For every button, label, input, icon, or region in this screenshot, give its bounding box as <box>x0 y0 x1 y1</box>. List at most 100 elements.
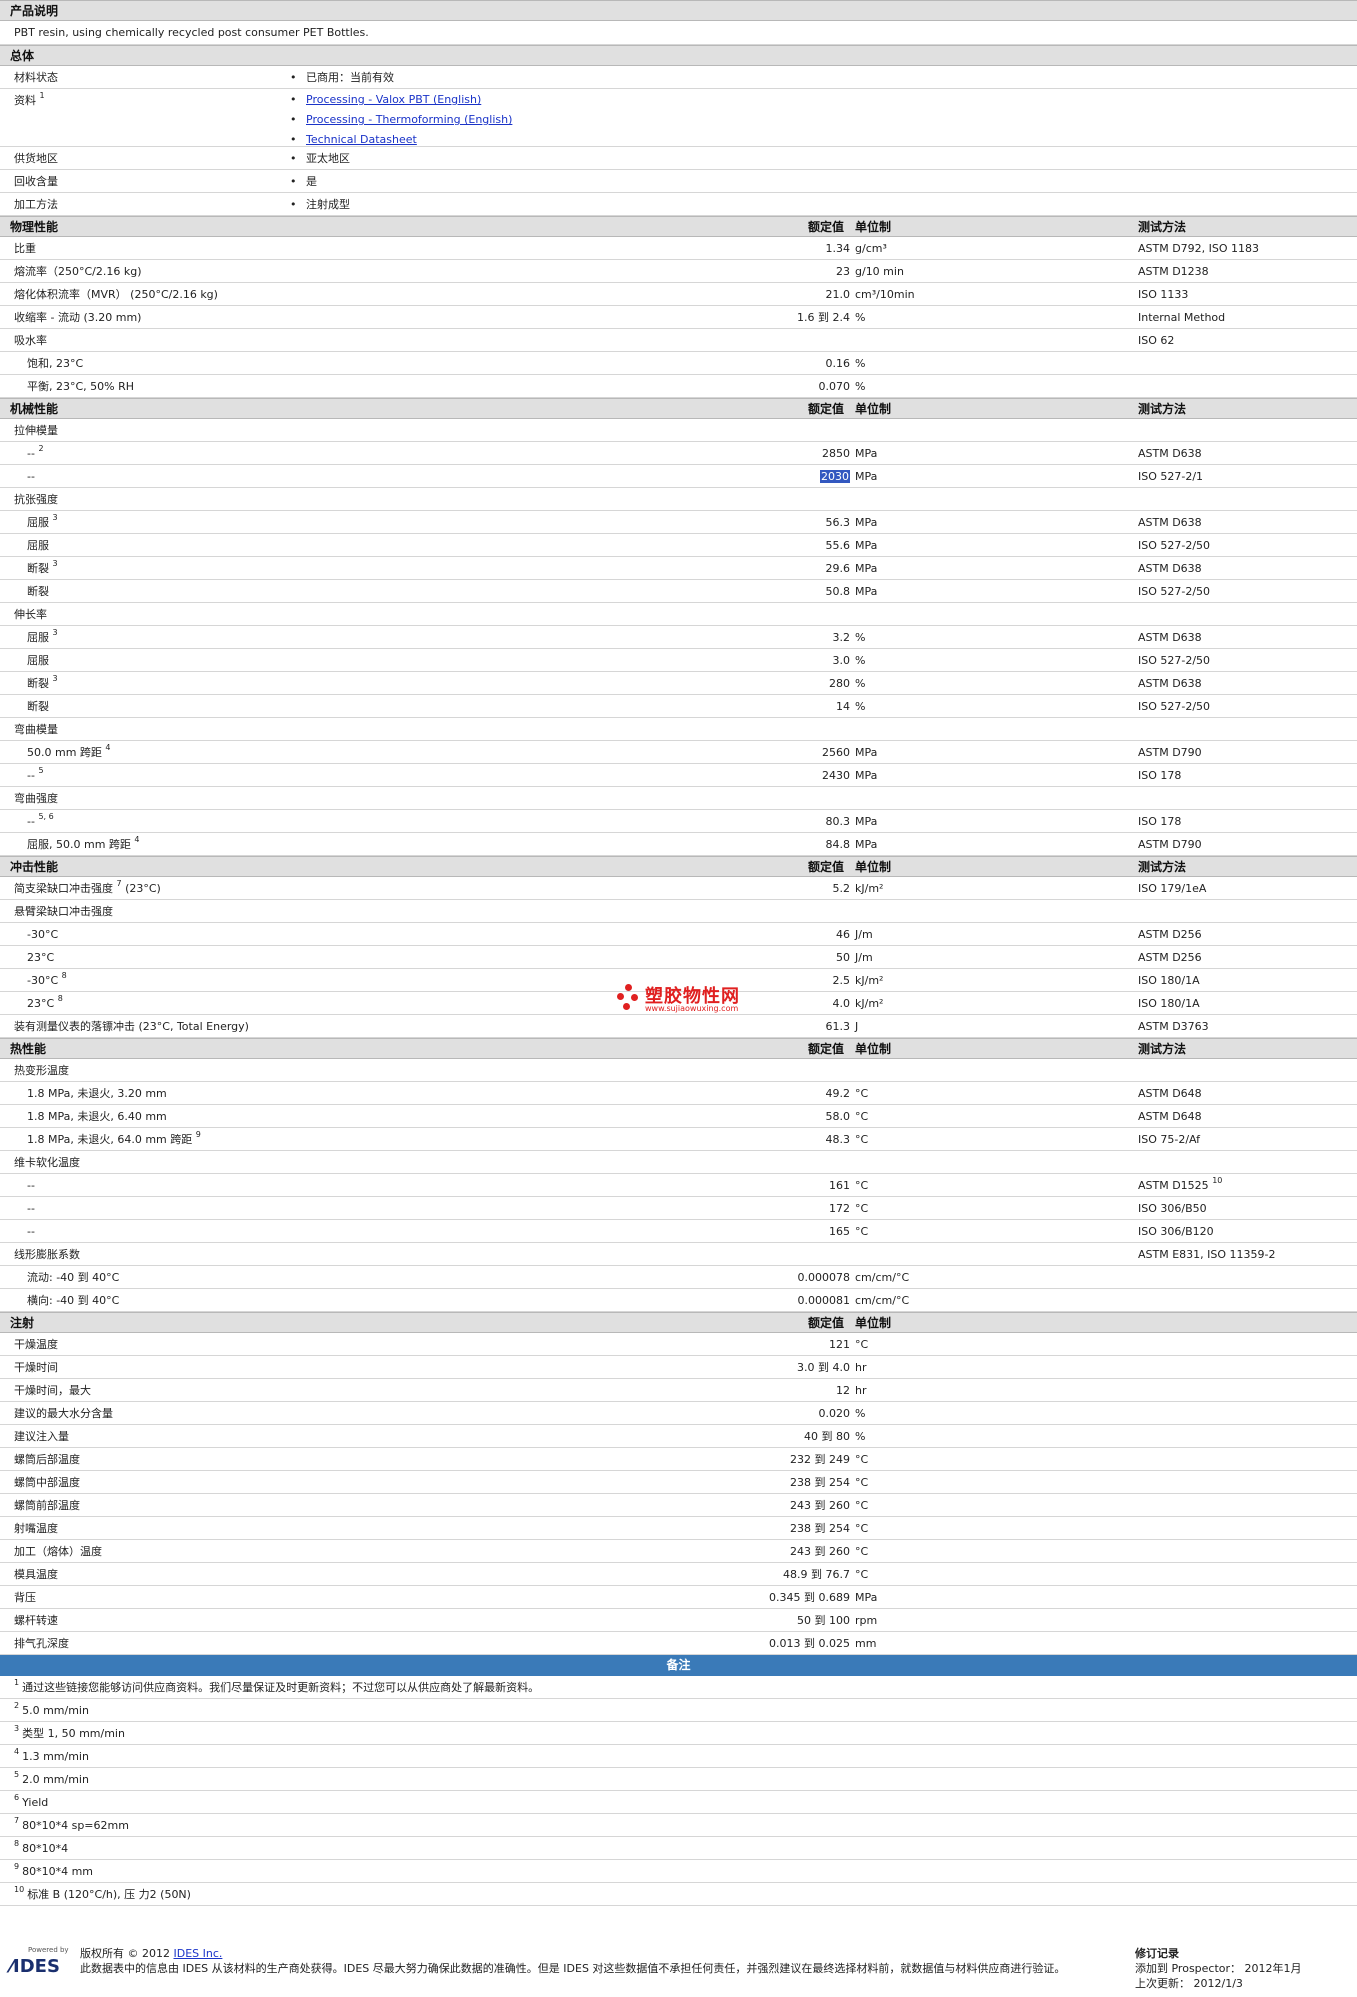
note-text: 80*10*4 <box>22 1842 69 1855</box>
test-method: ASTM D792, ISO 1183 <box>1138 237 1259 260</box>
property-value-text: 3.0 到 4.0 <box>797 1361 850 1374</box>
property-label-text: 螺筒前部温度 <box>14 1499 80 1512</box>
property-label: 屈服 <box>27 534 49 557</box>
test-method-text: ISO 1133 <box>1138 288 1189 301</box>
property-row: 收缩率 - 流动 (3.20 mm) 1.6 到 2.4% Internal Met… <box>0 306 1357 329</box>
property-value-text: 12 <box>836 1384 850 1397</box>
property-row: 1.8 MPa, 未退火, 3.20 mm 49.2 °C ASTM D648 <box>0 1082 1357 1105</box>
property-label: 断裂 <box>27 695 49 718</box>
property-label-text: 50.0 mm 跨距 <box>27 746 102 759</box>
test-method-text: ASTM D638 <box>1138 677 1202 690</box>
general-table: 材料状态 • 已商用：当前有效 资料 1 • Processing - Valox PBT… <box>0 66 1357 216</box>
property-value: 161 <box>829 1174 850 1197</box>
property-value: 50 到 100 <box>797 1609 850 1632</box>
test-method: ISO 527-2/1 <box>1138 465 1203 488</box>
section-title: 物理性能 <box>10 220 59 234</box>
general-row: 资料 1 • Processing - Valox PBT (English) • Pr… <box>0 89 1357 147</box>
property-label: 50.0 mm 跨距 4 <box>27 741 111 764</box>
property-value-text: 2.5 <box>832 974 851 987</box>
property-label: 螺筒后部温度 <box>14 1448 80 1471</box>
ides-link[interactable]: IDES Inc. <box>173 1947 222 1960</box>
property-unit: MPa <box>855 838 878 851</box>
property-label: 背压 <box>14 1586 36 1609</box>
test-method: ISO 178 <box>1138 810 1181 833</box>
disclaimer-text: 此数据表中的信息由 IDES 从该材料的生产商处获得。IDES 尽最大努力确保此… <box>80 1962 1066 1975</box>
property-label: 简支梁缺口冲击强度 7 (23°C) <box>14 877 161 900</box>
property-row: 干燥时间，最大 12 hr <box>0 1379 1357 1402</box>
section-header: 热性能 额定值 单位制 测试方法 <box>0 1038 1357 1059</box>
property-value-text: 48.3 <box>825 1133 851 1146</box>
section-header-general: 总体 <box>0 45 1357 66</box>
footer-disclaimer: 版权所有 © 2012 IDES Inc. 此数据表中的信息由 IDES 从该材… <box>80 1946 1120 1976</box>
property-value: 0.000081 <box>798 1289 851 1312</box>
property-value: 21.0 <box>826 283 851 306</box>
note-number: 3 <box>14 1724 20 1733</box>
property-value-text: 23 <box>836 265 850 278</box>
property-row: 螺筒后部温度 232 到 249 °C <box>0 1448 1357 1471</box>
property-unit: °C <box>855 1568 869 1581</box>
property-unit: % <box>855 1430 866 1443</box>
test-method: ASTM D790 <box>1138 833 1202 856</box>
property-value: 14 <box>836 695 850 718</box>
property-label: 干燥时间 <box>14 1356 58 1379</box>
property-label: -- 5, 6 <box>27 810 54 833</box>
property-label-text: 伸长率 <box>14 608 47 621</box>
property-row: 干燥温度 121 °C <box>0 1333 1357 1356</box>
property-row: 模具温度 48.9 到 76.7 °C <box>0 1563 1357 1586</box>
property-label-text: 干燥时间，最大 <box>14 1384 91 1397</box>
document-link[interactable]: Processing - Valox PBT (English) <box>306 90 481 110</box>
property-label-text: 热变形温度 <box>14 1064 69 1077</box>
property-value-text: 29.6 <box>825 562 851 575</box>
property-label-text: 拉伸模量 <box>14 424 58 437</box>
column-header-value: 额定值 <box>808 1042 845 1056</box>
property-label-text: -- <box>27 470 35 483</box>
property-value: 2850 <box>822 442 850 465</box>
note-item: 7 80*10*4 sp=62mm <box>0 1814 1357 1837</box>
property-label-text: 断裂 <box>27 562 49 575</box>
property-unit: hr <box>855 1361 867 1374</box>
property-row: -- 161 °C ASTM D1525 10 <box>0 1174 1357 1197</box>
test-method-text: ASTM D3763 <box>1138 1020 1209 1033</box>
property-label-text: 悬臂梁缺口冲击强度 <box>14 905 113 918</box>
test-method: ISO 178 <box>1138 764 1181 787</box>
test-method-text: ISO 62 <box>1138 334 1175 347</box>
property-unit: cm/cm/°C <box>855 1271 910 1284</box>
test-method: ISO 75-2/Af <box>1138 1128 1200 1151</box>
test-method: ISO 306/B50 <box>1138 1197 1207 1220</box>
property-label-text: 排气孔深度 <box>14 1637 69 1650</box>
note-item: 4 1.3 mm/min <box>0 1745 1357 1768</box>
logo-mark: ⁄IDES <box>10 1956 60 1977</box>
property-label-text: 收缩率 - 流动 (3.20 mm) <box>14 311 142 324</box>
property-unit: °C <box>855 1202 869 1215</box>
property-row: 屈服 55.6 MPa ISO 527-2/50 <box>0 534 1357 557</box>
property-label-text: 射嘴温度 <box>14 1522 58 1535</box>
document-link[interactable]: Processing - Thermoforming (English) <box>306 110 512 130</box>
test-method-text: ASTM D638 <box>1138 631 1202 644</box>
property-value: 50.8 <box>826 580 851 603</box>
property-row: 弯曲模量 <box>0 718 1357 741</box>
property-row: 悬臂梁缺口冲击强度 <box>0 900 1357 923</box>
property-unit: MPa <box>855 470 878 483</box>
property-value-text: 0.345 到 0.689 <box>769 1591 850 1604</box>
property-value-text: 232 到 249 <box>790 1453 850 1466</box>
revision-history: 修订记录 添加到 Prospector： 2012年1月 上次更新： 2012/… <box>1135 1946 1355 1991</box>
test-method: ISO 179/1eA <box>1138 877 1206 900</box>
property-row: -- 172 °C ISO 306/B50 <box>0 1197 1357 1220</box>
property-value-text: 1.6 到 2.4 <box>797 311 850 324</box>
property-value-text: 0.020 <box>818 1407 851 1420</box>
property-label: 1.8 MPa, 未退火, 6.40 mm <box>27 1105 167 1128</box>
test-method-text: ASTM D790 <box>1138 746 1202 759</box>
property-value: 46 <box>836 923 850 946</box>
property-row: 屈服, 50.0 mm 跨距 4 84.8 MPa ASTM D790 <box>0 833 1357 856</box>
property-label: -- 5 <box>27 764 44 787</box>
row-label-text: 材料状态 <box>14 71 58 84</box>
footnote-ref: 5 <box>38 766 44 775</box>
footnote-ref: 5, 6 <box>38 812 54 821</box>
property-value-text: 1.34 <box>825 242 851 255</box>
property-label-text: -30°C <box>27 928 59 941</box>
property-row: 建议的最大水分含量 0.020% <box>0 1402 1357 1425</box>
property-value-text: 50 到 100 <box>797 1614 850 1627</box>
test-method: ASTM D638 <box>1138 442 1202 465</box>
footnote-ref: 4 <box>134 835 140 844</box>
general-row: 材料状态 • 已商用：当前有效 <box>0 66 1357 89</box>
